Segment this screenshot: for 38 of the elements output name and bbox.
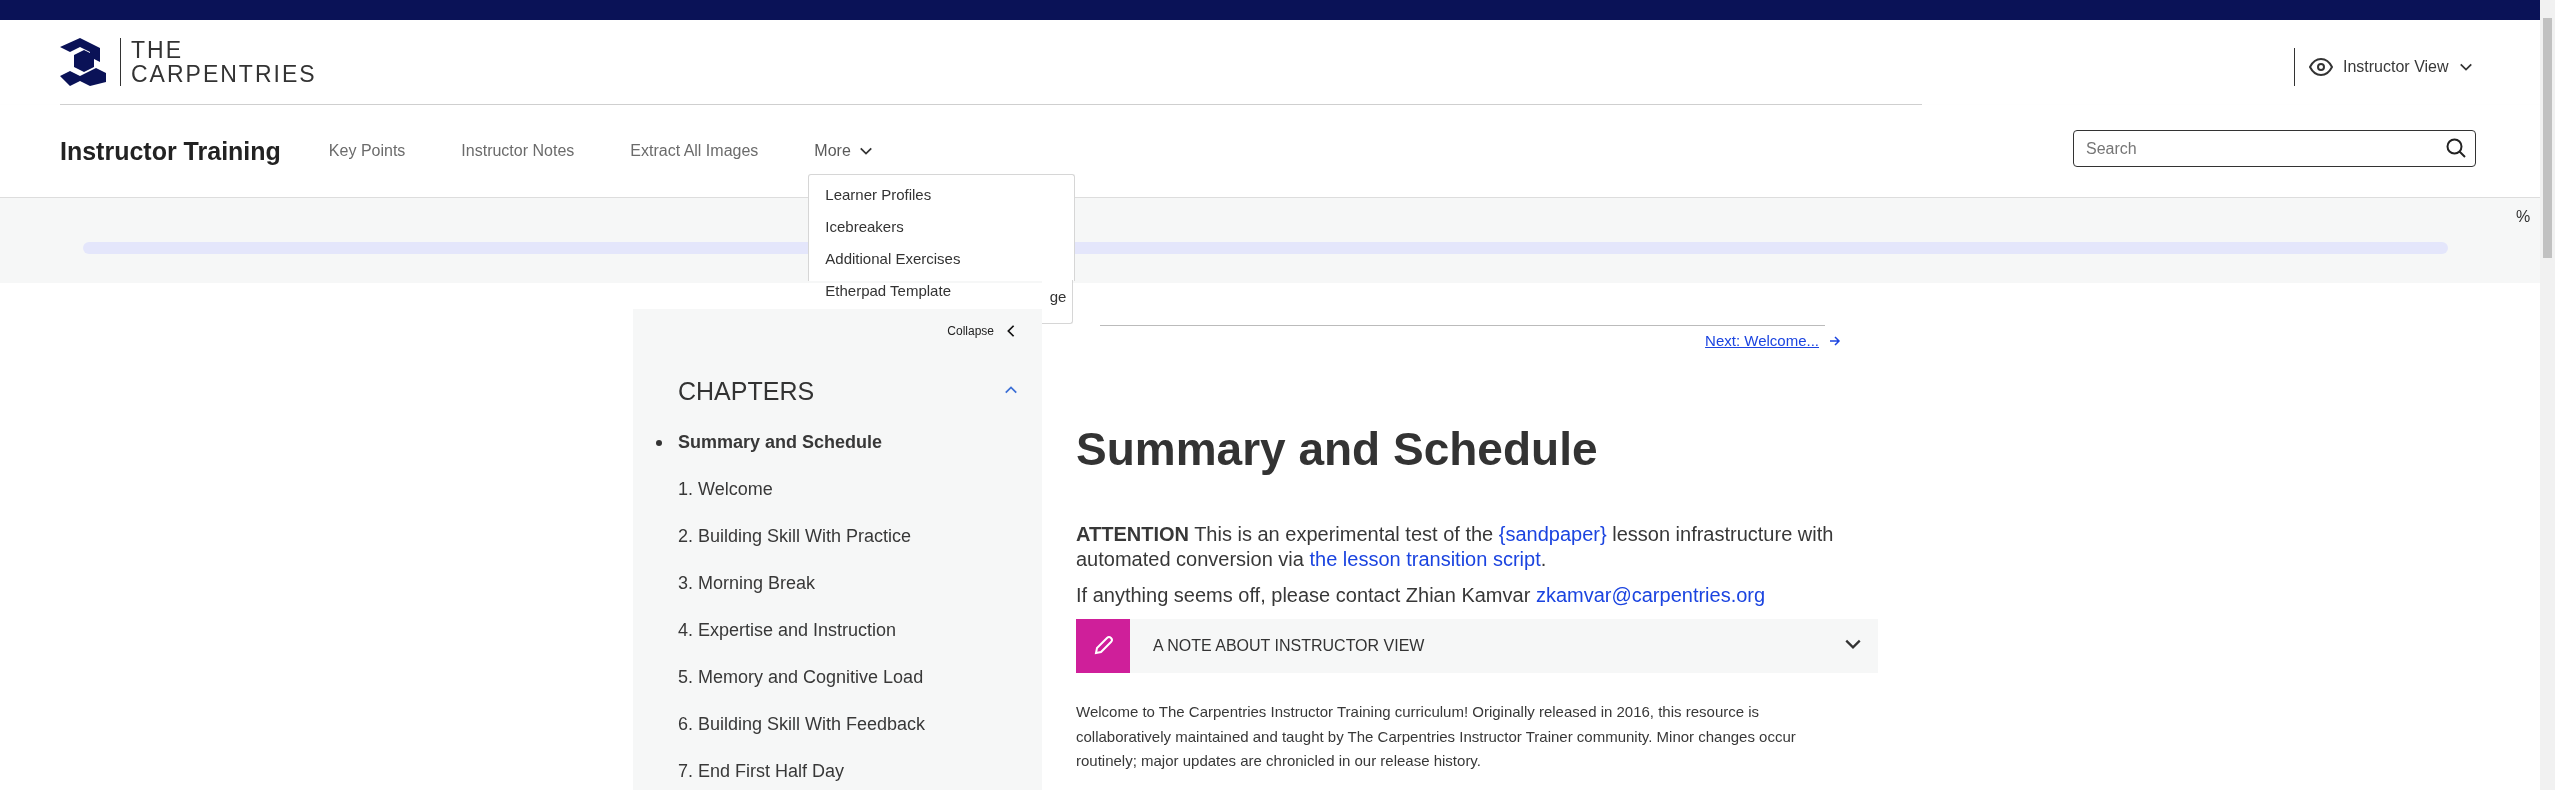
chapter-link[interactable]: 7. End First Half Day xyxy=(656,759,845,784)
pencil-icon xyxy=(1092,635,1114,657)
page-title: Summary and Schedule xyxy=(1076,422,1599,476)
progress-label: % xyxy=(2516,208,2531,226)
chapter-link[interactable]: 1. Welcome xyxy=(656,477,773,502)
chapters-heading: CHAPTERS xyxy=(678,377,815,406)
eye-icon xyxy=(2309,58,2333,76)
menu-item[interactable]: Additional Exercises xyxy=(825,250,961,267)
scrollbar[interactable] xyxy=(2540,0,2555,790)
search-field[interactable]: Search xyxy=(2073,130,2476,167)
notice-paragraph: ATTENTION This is an experimental test of the {sandpaper} lesson infrastructure with automated conversion via the lesson transition script. xyxy=(1076,522,1835,572)
note-callout[interactable]: A NOTE ABOUT INSTRUCTOR VIEW xyxy=(1076,619,1878,673)
chapter-link[interactable]: 3. Morning Break xyxy=(656,571,816,596)
more-menu-button[interactable]: More xyxy=(814,142,873,160)
intro-paragraph: Welcome to The Carpentries Instructor Training curriculum! Originally released in 2016, this resource is collaboratively maintained and taught by The Carpentries Instructor Trainer community. Minor changes occur routinely; major updates are chronicled in our release history. xyxy=(1076,702,1797,771)
nav-link[interactable]: Instructor Notes xyxy=(461,142,575,160)
menu-item[interactable]: Icebreakers xyxy=(825,218,904,235)
lesson-title[interactable]: Instructor Training xyxy=(60,136,281,166)
chapter-link[interactable]: 2. Building Skill With Practice xyxy=(656,524,912,549)
chapter-link[interactable]: Summary and Schedule xyxy=(656,430,883,455)
search-icon xyxy=(2446,138,2466,158)
text-link[interactable]: zkamvar@carpentries.org xyxy=(1535,584,1766,606)
brand-name: THE CARPENTRIES xyxy=(131,38,317,86)
view-selector[interactable]: Instructor View xyxy=(2294,48,2479,86)
nav-link[interactable]: Key Points xyxy=(328,142,406,160)
collapse-button[interactable]: Collapse xyxy=(941,323,1024,339)
text-link[interactable]: the lesson transition script xyxy=(1309,548,1541,570)
arrow-right-icon xyxy=(1829,334,1841,347)
nav-link[interactable]: Extract All Images xyxy=(630,142,759,160)
chapter-link[interactable]: 5. Memory and Cognitive Load xyxy=(656,665,924,690)
menu-item[interactable]: Learner Profiles xyxy=(825,186,932,203)
chapter-link[interactable]: 6. Building Skill With Feedback xyxy=(656,712,926,737)
menu-item[interactable]: Etherpad Template xyxy=(825,282,951,299)
menu-item[interactable]: ge xyxy=(1042,280,1074,324)
notice-paragraph: If anything seems off, please contact Zhian Kamvar zkamvar@carpentries.org xyxy=(1076,583,1767,608)
chapter-link[interactable]: 4. Expertise and Instruction xyxy=(656,618,897,643)
text-link[interactable]: {sandpaper} xyxy=(1498,523,1607,545)
next-link[interactable]: Next: Welcome... xyxy=(1705,332,1841,349)
